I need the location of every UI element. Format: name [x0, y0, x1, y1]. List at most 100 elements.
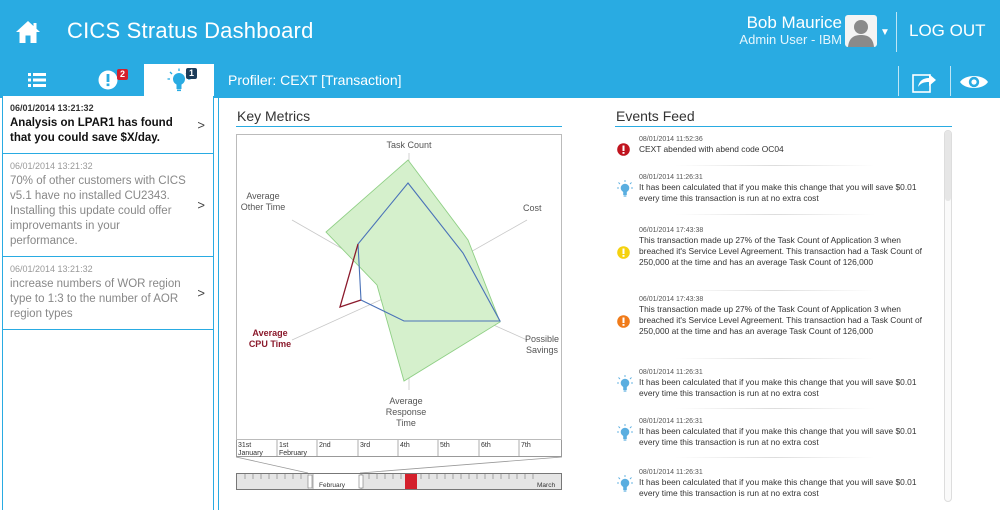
user-info: Bob Maurice Admin User - IBM	[739, 13, 842, 48]
alerts-count-badge: 2	[117, 69, 129, 80]
notification-timestamp: 06/01/2014 13:21:32	[10, 161, 93, 171]
timeline-month: February	[279, 450, 308, 457]
events-feed-title: Events Feed	[616, 108, 695, 124]
label-cost: Cost	[523, 203, 542, 213]
event-timestamp: 08/01/2014 11:26:31	[639, 369, 703, 376]
error-icon	[617, 143, 630, 156]
timeline-day: 7th	[521, 442, 531, 449]
label-avg-response-2: Response	[386, 407, 427, 417]
scrubber-current-marker	[405, 474, 417, 489]
event-item[interactable]: 08/01/2014 11:26:31 It has been calculat…	[615, 369, 935, 403]
warning-icon	[617, 246, 630, 259]
tab-alerts[interactable]: 2	[73, 64, 143, 96]
events-feed-rule	[615, 126, 952, 127]
event-timestamp: 08/01/2014 11:52:36	[639, 136, 703, 143]
event-message: This transaction made up 27% of the Task…	[639, 304, 922, 336]
timeline-day: 5th	[440, 442, 450, 449]
event-item[interactable]: 08/01/2014 11:52:36 CEXT abended with ab…	[615, 136, 935, 166]
scrubber-range-fill	[237, 474, 309, 489]
event-separator	[675, 165, 875, 166]
notification-item[interactable]: 06/01/2014 13:21:32 Analysis on LPAR1 ha…	[3, 96, 213, 154]
alert-icon	[617, 315, 630, 328]
panel-divider	[218, 96, 219, 510]
event-timestamp: 08/01/2014 11:26:31	[639, 418, 703, 425]
subbar-divider	[898, 66, 899, 96]
event-separator	[675, 214, 875, 215]
chevron-right-icon: >	[197, 197, 205, 213]
event-timestamp: 06/01/2014 17:43:38	[639, 227, 704, 234]
export-button[interactable]	[912, 70, 938, 94]
subbar-divider	[950, 66, 951, 96]
user-role: Admin User - IBM	[739, 32, 842, 47]
label-task-count: Task Count	[386, 140, 432, 150]
label-avg-response-3: Time	[396, 418, 416, 428]
label-avg-other-1: Average	[246, 191, 279, 201]
avatar[interactable]	[845, 15, 877, 47]
lightbulb-icon	[617, 180, 633, 197]
timeline-day: 31st	[238, 442, 251, 449]
chevron-right-icon: >	[197, 285, 205, 301]
list-icon	[28, 73, 46, 87]
events-feed-list[interactable]: 08/01/2014 11:52:36 CEXT abended with ab…	[615, 128, 955, 508]
event-message: It has been calculated that if you make …	[639, 377, 917, 398]
recommendations-count-badge: 1	[186, 68, 198, 79]
home-button[interactable]	[0, 0, 56, 64]
timeline-svg: 31st January 1st February 2nd 3rd 4th 5t…	[238, 440, 531, 457]
scrubber-svg: February March	[237, 474, 561, 489]
event-separator	[675, 358, 875, 359]
timeline-scrubber[interactable]: February March	[236, 473, 562, 490]
alert-icon	[98, 70, 118, 90]
timeline-day: 1st	[279, 442, 288, 449]
event-item[interactable]: 08/01/2014 11:26:31 It has been calculat…	[615, 469, 935, 503]
event-timestamp: 08/01/2014 11:26:31	[639, 469, 703, 476]
label-avg-response-1: Average	[389, 396, 422, 406]
event-item[interactable]: 06/01/2014 17:43:38 This transaction mad…	[615, 296, 935, 354]
scrubber-handle-left[interactable]	[307, 474, 313, 489]
lightbulb-icon	[617, 375, 633, 392]
event-item[interactable]: 08/01/2014 11:26:31 It has been calculat…	[615, 174, 935, 208]
tab-list[interactable]	[2, 64, 72, 96]
scrubber-handle-right[interactable]	[358, 474, 364, 489]
sidebar-tabs: 2 1	[2, 64, 214, 96]
event-timestamp: 08/01/2014 11:26:31	[639, 174, 703, 181]
notification-timestamp: 06/01/2014 13:21:32	[10, 103, 94, 113]
scrubber-left-label: February	[319, 482, 346, 489]
date-timeline[interactable]: 31st January 1st February 2nd 3rd 4th 5t…	[236, 440, 562, 457]
eye-icon	[960, 76, 988, 88]
timeline-zoom-connector	[236, 457, 562, 473]
event-message: This transaction made up 27% of the Task…	[639, 235, 922, 267]
label-possible-savings-2: Savings	[526, 345, 559, 355]
key-metrics-rule	[236, 126, 562, 127]
event-message: It has been calculated that if you make …	[639, 182, 917, 203]
home-icon	[16, 21, 40, 43]
key-metrics-title: Key Metrics	[237, 108, 311, 124]
label-avg-other-2: Other Time	[241, 202, 286, 212]
radar-chart: Task Count Cost Possible Savings Average…	[236, 134, 562, 440]
tab-recommendations[interactable]: 1	[144, 64, 214, 96]
chevron-right-icon: >	[197, 117, 205, 132]
notification-item[interactable]: 06/01/2014 13:21:32 increase numbers of …	[3, 257, 213, 330]
event-item[interactable]: 06/01/2014 17:43:38 This transaction mad…	[615, 227, 935, 285]
lightbulb-icon	[617, 475, 633, 492]
label-avg-cpu-2: CPU Time	[249, 339, 291, 349]
event-item[interactable]: 08/01/2014 11:26:31 It has been calculat…	[615, 418, 935, 452]
lightbulb-icon	[617, 424, 633, 441]
notification-item[interactable]: 06/01/2014 13:21:32 70% of other custome…	[3, 154, 213, 257]
scrubber-right-label: March	[537, 482, 555, 489]
label-possible-savings-1: Possible	[525, 334, 559, 344]
radar-chart-svg: Task Count Cost Possible Savings Average…	[241, 140, 559, 428]
view-button[interactable]	[959, 72, 989, 92]
timeline-day: 3rd	[360, 442, 370, 449]
notification-message: increase numbers of WOR region type to 1…	[10, 278, 181, 320]
export-icon	[912, 74, 936, 93]
user-menu-caret-icon[interactable]: ▼	[880, 27, 890, 38]
logout-button[interactable]: LOG OUT	[909, 21, 986, 41]
label-avg-cpu-1: Average	[252, 328, 287, 338]
notification-message: 70% of other customers with CICS v5.1 ha…	[10, 175, 186, 247]
user-silhouette-icon	[848, 20, 874, 47]
events-feed-scroll-thumb[interactable]	[945, 131, 951, 201]
event-separator	[675, 290, 875, 291]
timeline-day: 4th	[400, 442, 410, 449]
timeline-month: January	[238, 450, 263, 457]
notification-message: Analysis on LPAR1 has found that you cou…	[10, 117, 173, 144]
